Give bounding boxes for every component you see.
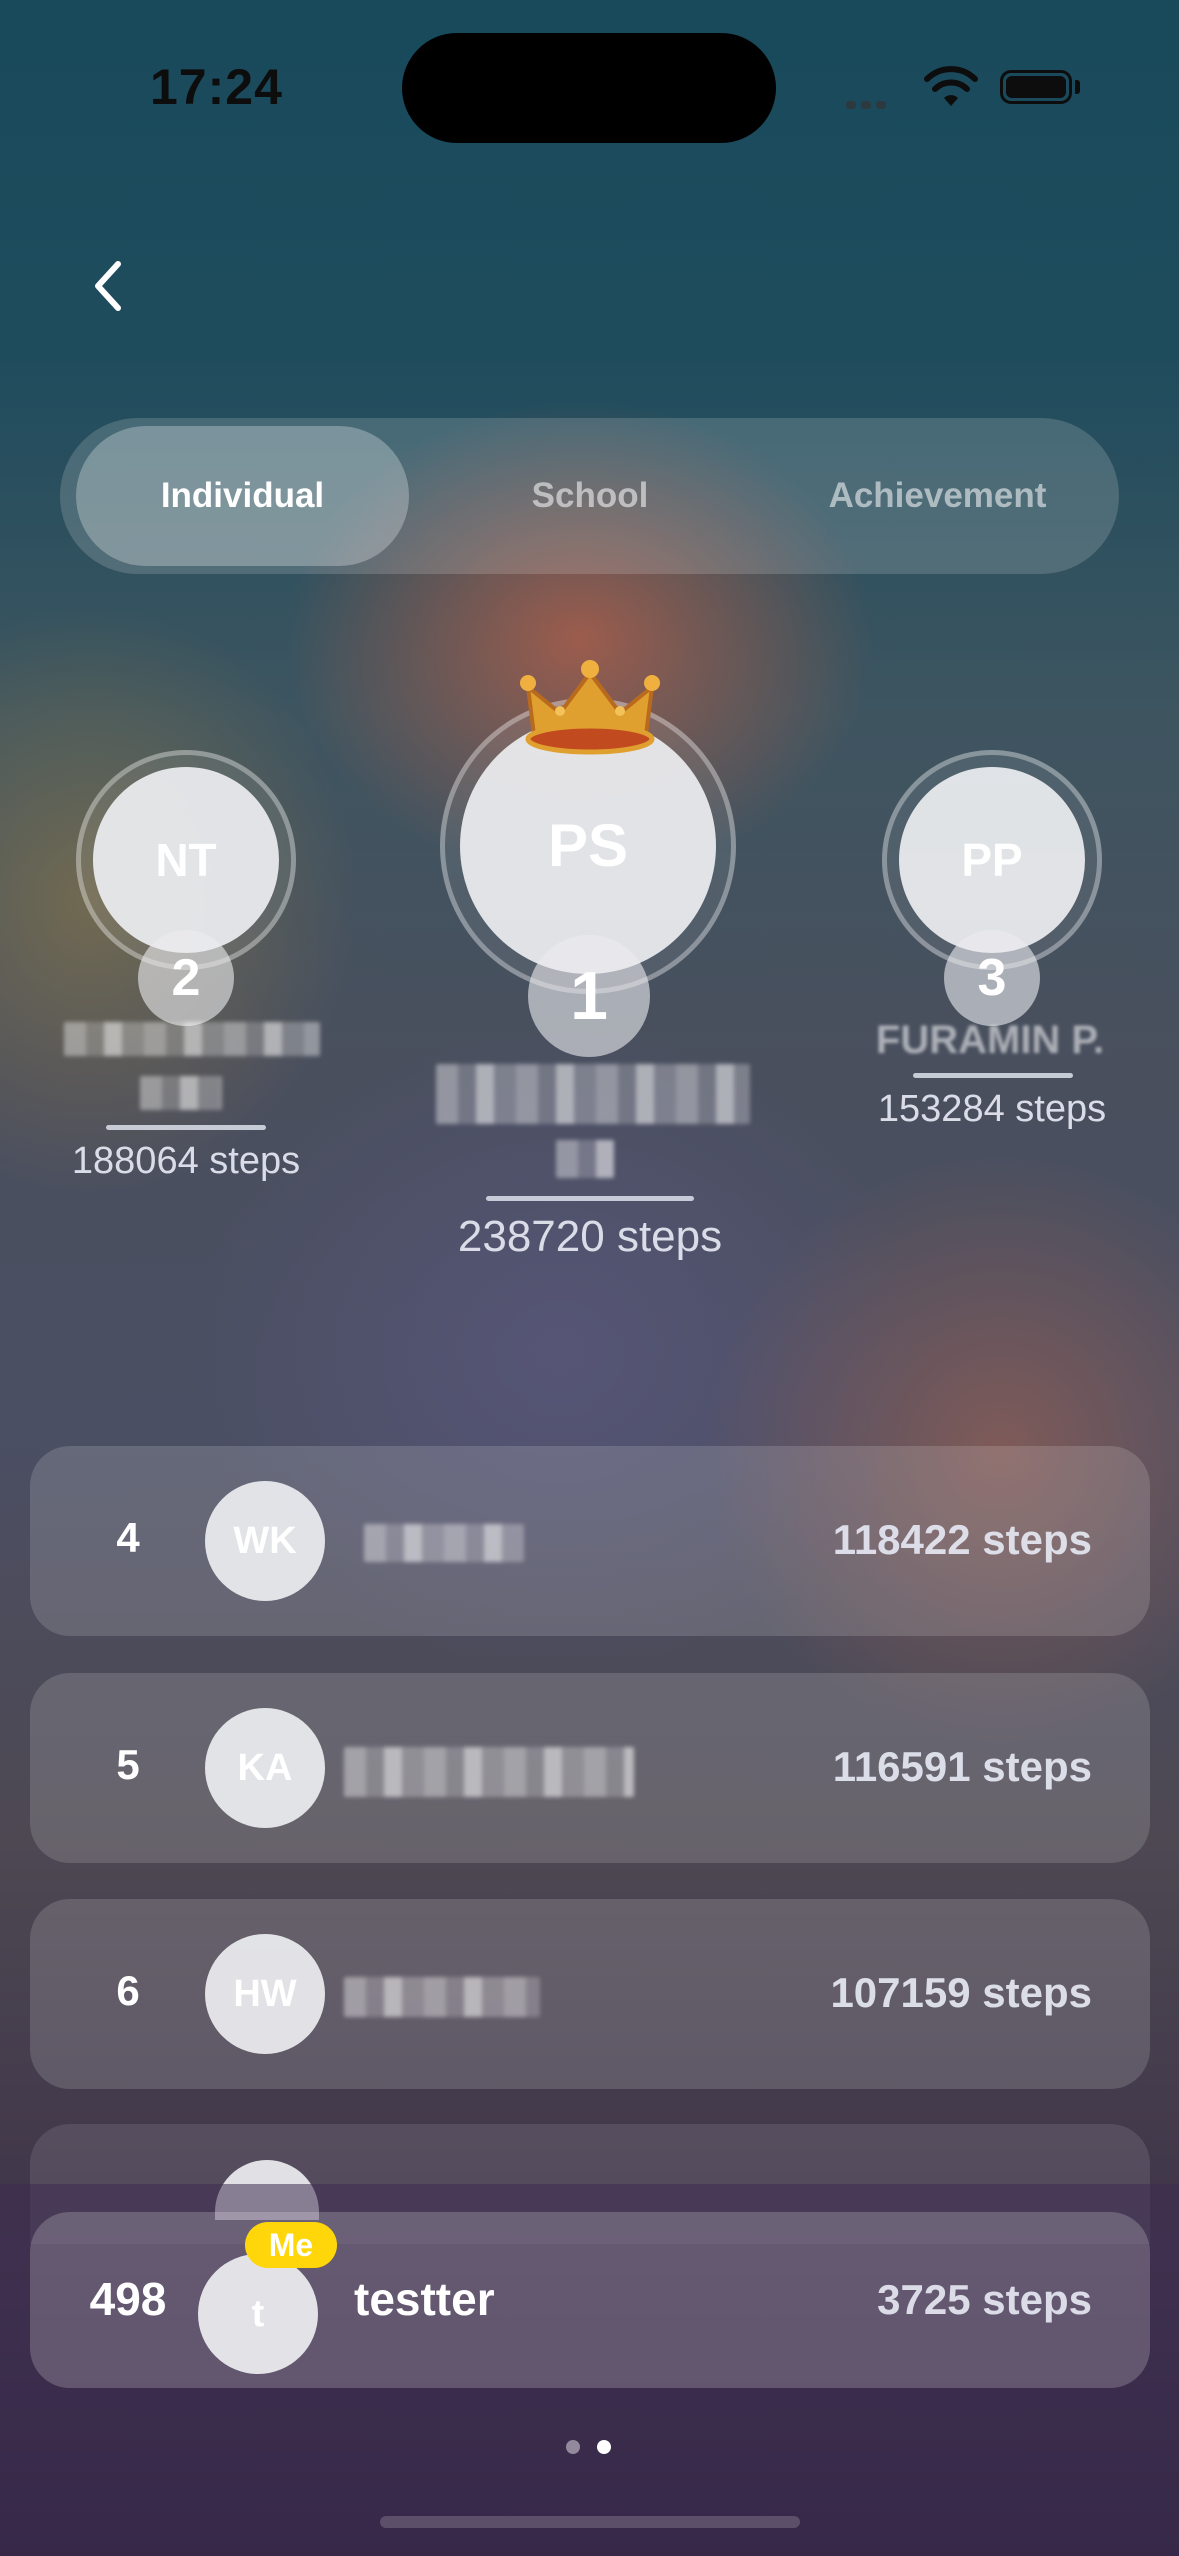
rank-badge-first: 1: [528, 935, 650, 1057]
steps-first: 238720 steps: [457, 1212, 723, 1261]
name-third-redacted: FURAMIN P.: [875, 1018, 1105, 1060]
row-rank: 6: [116, 1967, 140, 2014]
row-rank: 5: [116, 1741, 140, 1788]
dynamic-island: [402, 33, 776, 143]
my-avatar: t: [198, 2254, 318, 2374]
my-rank: 498: [89, 2273, 167, 2325]
row-rank: 4: [116, 1514, 140, 1561]
underline-first: [486, 1196, 694, 1201]
name-first-redacted-line2: [556, 1140, 614, 1178]
row-avatar: WK: [205, 1481, 325, 1601]
underline-second: [106, 1125, 266, 1130]
wifi-icon: [924, 66, 978, 106]
tab-school[interactable]: School: [420, 426, 760, 566]
row-name-redacted: [344, 1747, 634, 1797]
name-second-redacted-line2: [140, 1076, 222, 1110]
page-dot-2-active[interactable]: [597, 2440, 611, 2454]
leaderboard-row[interactable]: 5 KA 116591 steps: [30, 1673, 1150, 1863]
home-indicator: [380, 2516, 800, 2528]
steps-third: 153284 steps: [877, 1088, 1107, 1130]
rank-badge-third: 3: [944, 930, 1040, 1026]
signal-icon: [846, 96, 904, 109]
row-steps: 107159 steps: [830, 1969, 1092, 2016]
me-badge: Me: [245, 2222, 337, 2268]
leaderboard-row[interactable]: 6 HW 107159 steps: [30, 1899, 1150, 2089]
back-chevron-icon[interactable]: [86, 256, 130, 316]
avatar-second[interactable]: NT: [93, 767, 279, 953]
my-name: testter: [354, 2273, 495, 2325]
name-second-redacted: [64, 1022, 320, 1056]
status-time: 17:24: [150, 59, 283, 115]
steps-second: 188064 steps: [71, 1140, 301, 1182]
rank-badge-second: 2: [138, 930, 234, 1026]
tab-individual[interactable]: Individual: [76, 426, 409, 566]
tab-achievement[interactable]: Achievement: [770, 426, 1105, 566]
avatar-third[interactable]: PP: [899, 767, 1085, 953]
page-dot-1[interactable]: [566, 2440, 580, 2454]
name-first-redacted: [436, 1064, 750, 1124]
row-steps: 116591 steps: [832, 1743, 1092, 1790]
battery-tip: [1075, 80, 1080, 94]
underline-third: [913, 1073, 1073, 1078]
crown-icon: [520, 660, 660, 755]
row-avatar: HW: [205, 1934, 325, 2054]
row-steps: 118422 steps: [832, 1516, 1092, 1563]
battery-icon: [1000, 70, 1072, 104]
my-rank-row[interactable]: 498 t testter 3725 steps: [30, 2212, 1150, 2388]
my-steps: 3725 steps: [877, 2276, 1092, 2323]
row-name-redacted: [364, 1524, 524, 1562]
row-name-redacted: [344, 1977, 540, 2017]
row-avatar: KA: [205, 1708, 325, 1828]
leaderboard-row[interactable]: 4 WK 118422 steps: [30, 1446, 1150, 1636]
